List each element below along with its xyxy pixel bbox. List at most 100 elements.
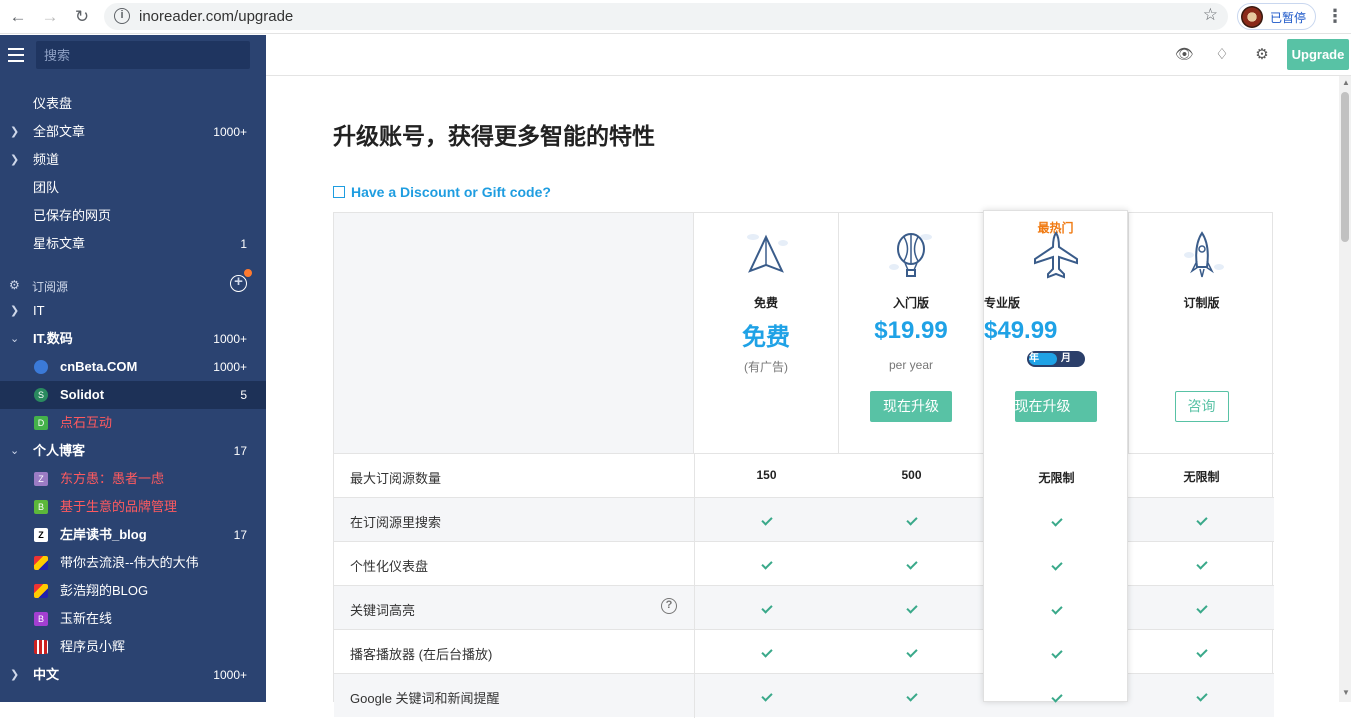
- gift-icon: [333, 186, 345, 198]
- feature-row: 最大订阅源数量 150 500 无限制: [334, 453, 1274, 498]
- more-menu-icon[interactable]: ⋮: [1326, 5, 1344, 29]
- plan-price: $19.99: [874, 317, 948, 344]
- sidebar-feed-brand[interactable]: B 基于生意的品牌管理: [0, 493, 266, 521]
- check-icon: [760, 646, 773, 658]
- gear-icon[interactable]: ⚙: [1253, 46, 1271, 64]
- pricing-table: 免费 免费 (有广告) 入门版 $19.99 per year 现在升级 订制版…: [333, 212, 1274, 718]
- eye-icon[interactable]: 👁: [1175, 46, 1194, 64]
- gear-icon[interactable]: ⚙: [9, 278, 20, 292]
- check-icon: [1050, 603, 1063, 615]
- sidebar-item-all-articles[interactable]: ❯ 全部文章 1000+: [0, 118, 266, 146]
- chevron-right-icon[interactable]: ❯: [10, 118, 19, 146]
- sidebar-item-teams[interactable]: 团队: [0, 174, 266, 202]
- help-icon[interactable]: ?: [661, 598, 677, 614]
- check-icon: [905, 514, 918, 526]
- starter-upgrade-button[interactable]: 现在升级: [870, 391, 952, 422]
- sidebar-feed-cnbeta[interactable]: cnBeta.COM 1000+: [0, 353, 266, 381]
- check-icon: [1050, 559, 1063, 571]
- scroll-up-icon[interactable]: ▲: [1342, 78, 1350, 87]
- profile-button[interactable]: 已暂停: [1237, 3, 1316, 30]
- rocket-icon: [1183, 231, 1224, 278]
- subscriptions-header: ⚙ 订阅源 +: [0, 269, 266, 295]
- sidebar-feed-dawei[interactable]: 带你去流浪--伟大的大伟: [0, 549, 266, 577]
- check-icon: [905, 646, 918, 658]
- back-icon[interactable]: ←: [6, 5, 30, 29]
- check-icon: [1195, 646, 1208, 658]
- profile-status: 已暂停: [1270, 11, 1307, 25]
- cnbeta-icon: [34, 360, 48, 374]
- feature-column-header: [334, 213, 694, 453]
- feature-row: Google 关键词和新闻提醒: [334, 673, 1274, 718]
- billing-period-toggle[interactable]: 年 月: [1027, 351, 1085, 367]
- feature-row: 个性化仪表盘: [334, 541, 1274, 586]
- check-icon: [905, 690, 918, 702]
- sidebar-feed-dianshi[interactable]: D 点石互动: [0, 409, 266, 437]
- url-text[interactable]: inoreader.com/upgrade: [139, 8, 293, 25]
- hamburger-menu-icon[interactable]: [8, 48, 24, 62]
- sidebar-folder-it-digital[interactable]: ⌄ IT.数码 1000+: [0, 325, 266, 353]
- page-title: 升级账号，获得更多智能的特性: [333, 123, 655, 149]
- penghaoxiang-icon: [34, 584, 48, 598]
- address-bar[interactable]: i inoreader.com/upgrade ☆: [104, 3, 1228, 30]
- chevron-down-icon[interactable]: ⌄: [10, 325, 19, 353]
- page-scrollbar[interactable]: ▲ ▼: [1339, 76, 1351, 702]
- check-icon: [760, 514, 773, 526]
- sidebar-feed-penghaoxiang[interactable]: 彭浩翔的BLOG: [0, 577, 266, 605]
- sidebar-folder-it[interactable]: ❯ IT: [0, 297, 266, 325]
- check-icon: [760, 602, 773, 614]
- check-icon: [1195, 558, 1208, 570]
- sidebar-item-saved-pages[interactable]: 已保存的网页: [0, 202, 266, 230]
- sidebar-item-starred[interactable]: 星标文章 1: [0, 230, 266, 258]
- browser-toolbar: ← → ↻ i inoreader.com/upgrade ☆ 已暂停 ⋮: [0, 0, 1351, 34]
- chevron-right-icon[interactable]: ❯: [10, 661, 19, 689]
- plan-free: 免费 免费 (有广告): [694, 213, 839, 453]
- plan-pro: 最热门 专业版 $49.99 年 月 现在升级 无限制: [983, 210, 1128, 703]
- plan-name: 免费: [753, 296, 778, 310]
- feature-row: 在订阅源里搜索: [334, 497, 1274, 542]
- sidebar-folder-personal-blogs[interactable]: ⌄ 个人博客 17: [0, 437, 266, 465]
- sidebar-feed-chengxuyuan[interactable]: 程序员小辉: [0, 633, 266, 661]
- reload-icon[interactable]: ↻: [70, 5, 94, 29]
- chevron-right-icon[interactable]: ❯: [10, 146, 19, 174]
- sidebar-item-channels[interactable]: ❯ 频道: [0, 146, 266, 174]
- site-info-icon[interactable]: i: [114, 8, 130, 24]
- chevron-down-icon[interactable]: ⌄: [10, 437, 19, 465]
- feature-row: 关键词高亮 ?: [334, 585, 1274, 630]
- sidebar-feed-dongfangyu[interactable]: Z 东方愚：愚者一虑: [0, 465, 266, 493]
- add-subscription-icon[interactable]: +: [230, 274, 247, 292]
- sidebar-folder-chinese[interactable]: ❯ 中文 1000+: [0, 661, 266, 689]
- forward-icon[interactable]: →: [38, 5, 62, 29]
- toggle-month[interactable]: 月: [1061, 353, 1081, 365]
- bell-icon[interactable]: ♢: [1213, 46, 1231, 64]
- brand-blog-icon: B: [34, 500, 48, 514]
- notification-dot: [244, 269, 252, 277]
- discount-link[interactable]: Have a Discount or Gift code?: [333, 184, 551, 200]
- check-icon: [1050, 647, 1063, 659]
- sidebar-feed-yuxin[interactable]: B 玉新在线: [0, 605, 266, 633]
- plan-name: 专业版: [984, 296, 1021, 310]
- consult-button[interactable]: 咨询: [1174, 391, 1229, 422]
- plan-name: 入门版: [892, 296, 929, 310]
- app-topbar: 👁 ♢ ⚙ Upgrade: [266, 35, 1351, 76]
- pro-upgrade-button[interactable]: 现在升级: [1014, 391, 1097, 422]
- toggle-year[interactable]: 年: [1029, 353, 1057, 365]
- yuxin-icon: B: [34, 612, 48, 626]
- check-icon: [905, 558, 918, 570]
- check-icon: [905, 602, 918, 614]
- dongfangyu-icon: Z: [34, 472, 48, 486]
- chevron-right-icon[interactable]: ❯: [10, 297, 19, 325]
- plan-billing-period: per year: [888, 358, 934, 372]
- pro-feed-limit: 无限制: [1038, 471, 1075, 485]
- sidebar-item-dashboard[interactable]: 仪表盘: [0, 90, 266, 118]
- sidebar-feed-solidot[interactable]: S Solidot 5: [0, 381, 266, 409]
- search-input[interactable]: [36, 41, 250, 69]
- zuoan-icon: Z: [34, 528, 48, 542]
- upgrade-button[interactable]: Upgrade: [1287, 39, 1349, 70]
- sidebar-feed-zuoan[interactable]: Z 左岸读书_blog 17: [0, 521, 266, 549]
- airplane-icon: [1033, 231, 1078, 279]
- scroll-down-icon[interactable]: ▼: [1342, 688, 1350, 697]
- bookmark-star-icon[interactable]: ☆: [1203, 5, 1218, 25]
- scroll-thumb[interactable]: [1341, 92, 1349, 242]
- check-icon: [1195, 690, 1208, 702]
- chengxuyuan-icon: [34, 640, 48, 654]
